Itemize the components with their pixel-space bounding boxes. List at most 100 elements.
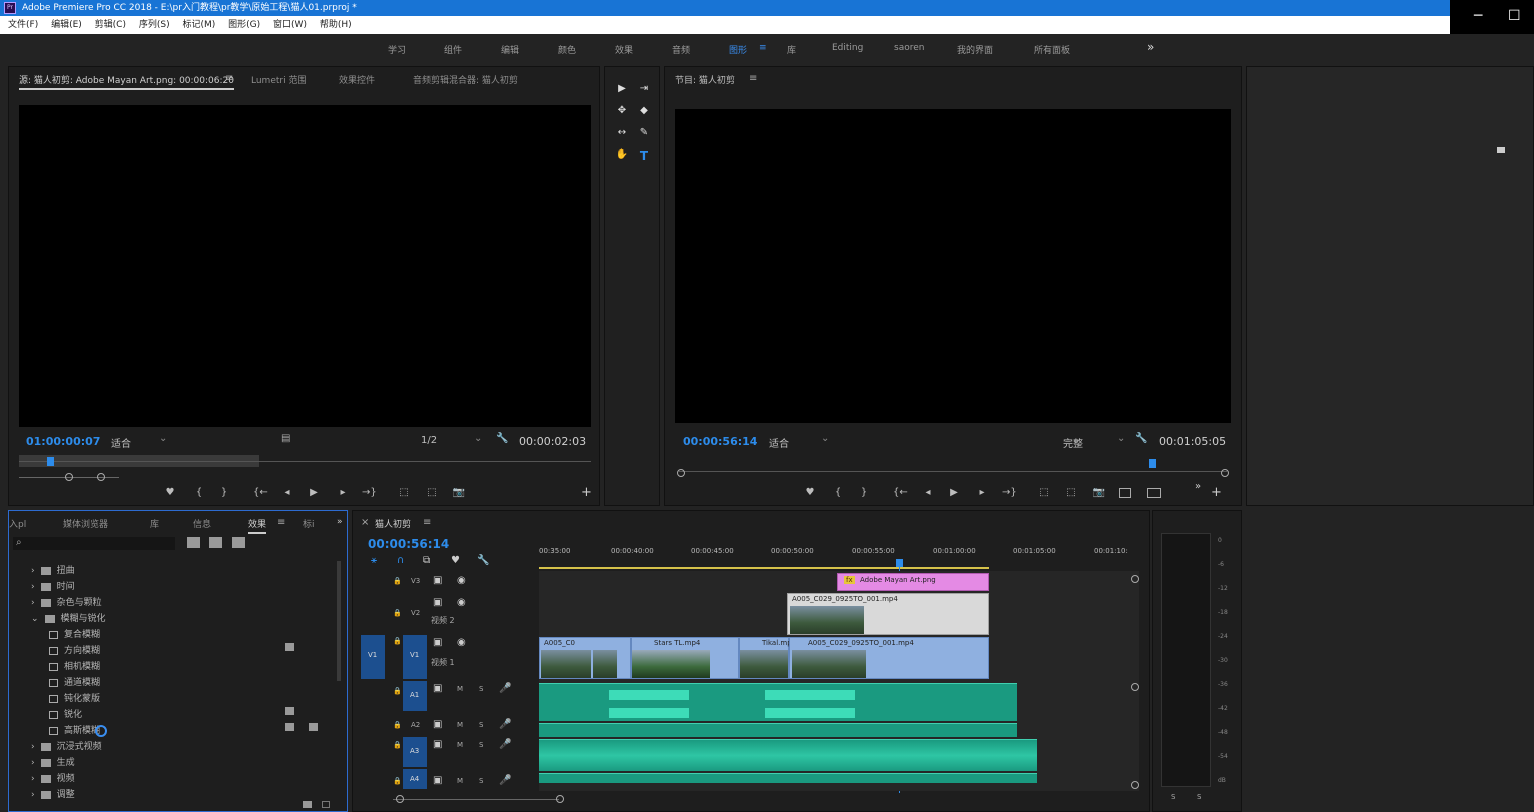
hand-tool-icon[interactable]: ✋	[615, 149, 629, 160]
camera-icon[interactable]: 📷	[452, 487, 466, 498]
timeline-tracks-area[interactable]: fx Adobe Mayan Art.png A005_C029_0925TO_…	[539, 571, 1139, 791]
lock-icon[interactable]: 🔒	[393, 577, 402, 585]
workspace-assembly[interactable]: 组件	[444, 43, 462, 56]
zoom-handle-right[interactable]	[1221, 469, 1229, 477]
tree-folder[interactable]: › 生成	[31, 755, 75, 768]
workspace-overflow-icon[interactable]: »	[1147, 40, 1154, 54]
film-icon[interactable]: ▣	[433, 719, 442, 730]
film-icon[interactable]: ▣	[433, 683, 442, 694]
source-resolution-dropdown[interactable]: 1/2	[421, 435, 437, 446]
tree-folder[interactable]: › 调整	[31, 787, 75, 800]
panel-menu-icon[interactable]: ≡	[423, 517, 431, 528]
menu-file[interactable]: 文件(F)	[8, 20, 38, 30]
workspace-my-interface[interactable]: 我的界面	[957, 43, 993, 56]
tree-effect[interactable]: 通道模糊	[49, 675, 100, 688]
workspace-menu-icon[interactable]: ≡	[759, 43, 767, 53]
snap-icon[interactable]: ∩	[397, 555, 404, 566]
overwrite-button[interactable]: ⬚	[425, 487, 439, 498]
lock-icon[interactable]: 🔒	[393, 609, 402, 617]
timeline-timecode[interactable]: 00:00:56:14	[368, 537, 449, 551]
tree-folder[interactable]: › 沉浸式视频	[31, 739, 102, 752]
delete-icon[interactable]	[322, 801, 330, 808]
zoom-handle-right[interactable]	[97, 473, 105, 481]
mark-out-button[interactable]: }	[857, 487, 871, 498]
track-select-tool-icon[interactable]: ⇥	[637, 83, 651, 94]
step-forward-button[interactable]: ▸	[336, 487, 350, 498]
nest-icon[interactable]: ⚹	[371, 555, 377, 566]
track-target-a3[interactable]: A3	[403, 737, 427, 767]
solo-left-button[interactable]: S	[1171, 793, 1175, 801]
new-folder-icon[interactable]	[303, 801, 312, 808]
scroll-handle[interactable]	[1131, 575, 1139, 583]
linked-selection-icon[interactable]: ⧉	[423, 555, 430, 566]
solo-button[interactable]: S	[479, 777, 483, 785]
audio-clip-a1[interactable]	[539, 683, 1017, 721]
mute-button[interactable]: M	[457, 777, 463, 785]
zoom-handle-left[interactable]	[677, 469, 685, 477]
solo-button[interactable]: S	[479, 721, 483, 729]
go-to-in-button[interactable]: {←	[253, 487, 268, 498]
add-marker-button[interactable]: ♥	[803, 487, 817, 498]
microphone-icon[interactable]: 🎤	[499, 775, 511, 786]
go-to-out-button[interactable]: →}	[1002, 487, 1017, 498]
play-button[interactable]: ▶	[307, 487, 321, 498]
mark-in-button[interactable]: {	[831, 487, 845, 498]
audio-clip-a2[interactable]	[539, 723, 1017, 737]
workspace-saoren[interactable]: saoren	[894, 43, 924, 53]
tab-markers[interactable]: 标i	[303, 517, 315, 530]
tree-folder-open[interactable]: ⌄ 模糊与锐化	[31, 611, 106, 624]
ripple-edit-tool-icon[interactable]: ✥	[615, 105, 629, 116]
menu-help[interactable]: 帮助(H)	[320, 20, 352, 30]
accelerated-effects-icon[interactable]	[187, 537, 200, 548]
work-area-bar[interactable]	[539, 567, 989, 569]
tab-sequence[interactable]: 猫人初剪	[375, 517, 411, 532]
comparison-view-icon[interactable]	[1119, 488, 1131, 498]
tree-effect[interactable]: 方向模糊	[49, 643, 100, 656]
tab-source[interactable]: 源: 猫人初剪: Adobe Mayan Art.png: 00:00:06:2…	[19, 73, 234, 90]
add-marker-icon[interactable]: ♥	[451, 555, 460, 566]
solo-button[interactable]: S	[479, 685, 483, 693]
tree-folder[interactable]: › 视频	[31, 771, 75, 784]
source-timecode[interactable]: 01:00:00:07	[26, 435, 100, 448]
audio-clip-a3[interactable]	[539, 739, 1037, 771]
panel-grip-icon[interactable]	[1497, 147, 1505, 153]
lift-button[interactable]: ⬚	[1037, 487, 1051, 498]
add-button-icon[interactable]: +	[1211, 485, 1222, 500]
menu-clip[interactable]: 剪辑(C)	[95, 20, 126, 30]
lock-icon[interactable]: 🔒	[393, 721, 402, 729]
track-target-a1[interactable]: A1	[403, 681, 427, 711]
program-video-viewport[interactable]	[675, 109, 1231, 423]
clip-v2[interactable]: A005_C029_0925TO_001.mp4	[787, 593, 989, 635]
workspace-graphics[interactable]: 图形	[729, 43, 747, 56]
time-ruler[interactable]: 00:35:00 00:00:40:00 00:00:45:00 00:00:5…	[539, 545, 1143, 569]
clip-v1[interactable]: Stars TL.mp4	[631, 637, 739, 679]
mute-button[interactable]: M	[457, 685, 463, 693]
panel-menu-icon[interactable]: ≡	[749, 73, 757, 84]
eye-icon[interactable]: ◉	[457, 597, 466, 608]
source-patch-v1[interactable]: V1	[361, 635, 385, 679]
clip-v1[interactable]: A005_C029_0925TO_001.mp4	[789, 637, 989, 679]
mute-button[interactable]: M	[457, 721, 463, 729]
film-icon[interactable]: ▣	[433, 775, 442, 786]
eye-icon[interactable]: ◉	[457, 637, 466, 648]
timeline-playhead-handle[interactable]	[896, 559, 903, 567]
workspace-audio[interactable]: 音频	[672, 43, 690, 56]
film-icon[interactable]: ▣	[433, 597, 442, 608]
tree-effect[interactable]: 相机模糊	[49, 659, 100, 672]
tab-libraries[interactable]: 库	[150, 517, 159, 530]
razor-tool-icon[interactable]: ◆	[637, 105, 651, 116]
film-icon[interactable]: ▣	[433, 739, 442, 750]
workspace-effects[interactable]: 效果	[615, 43, 633, 56]
go-to-in-button[interactable]: {←	[893, 487, 908, 498]
scroll-handle[interactable]	[1131, 781, 1139, 789]
step-back-button[interactable]: ◂	[280, 487, 294, 498]
lock-icon[interactable]: 🔒	[393, 687, 402, 695]
effects-search-input[interactable]: ⌕	[13, 537, 175, 550]
tree-effect[interactable]: 复合模糊	[49, 627, 100, 640]
film-icon[interactable]: ▣	[433, 575, 442, 586]
tree-effect[interactable]: 高斯模糊	[49, 723, 100, 736]
program-fit-dropdown[interactable]: 适合	[769, 435, 789, 450]
panel-menu-icon[interactable]: ≡	[225, 73, 233, 84]
clip-v1[interactable]: A005_C0	[539, 637, 631, 679]
wrench-icon[interactable]: 🔧	[496, 433, 508, 444]
